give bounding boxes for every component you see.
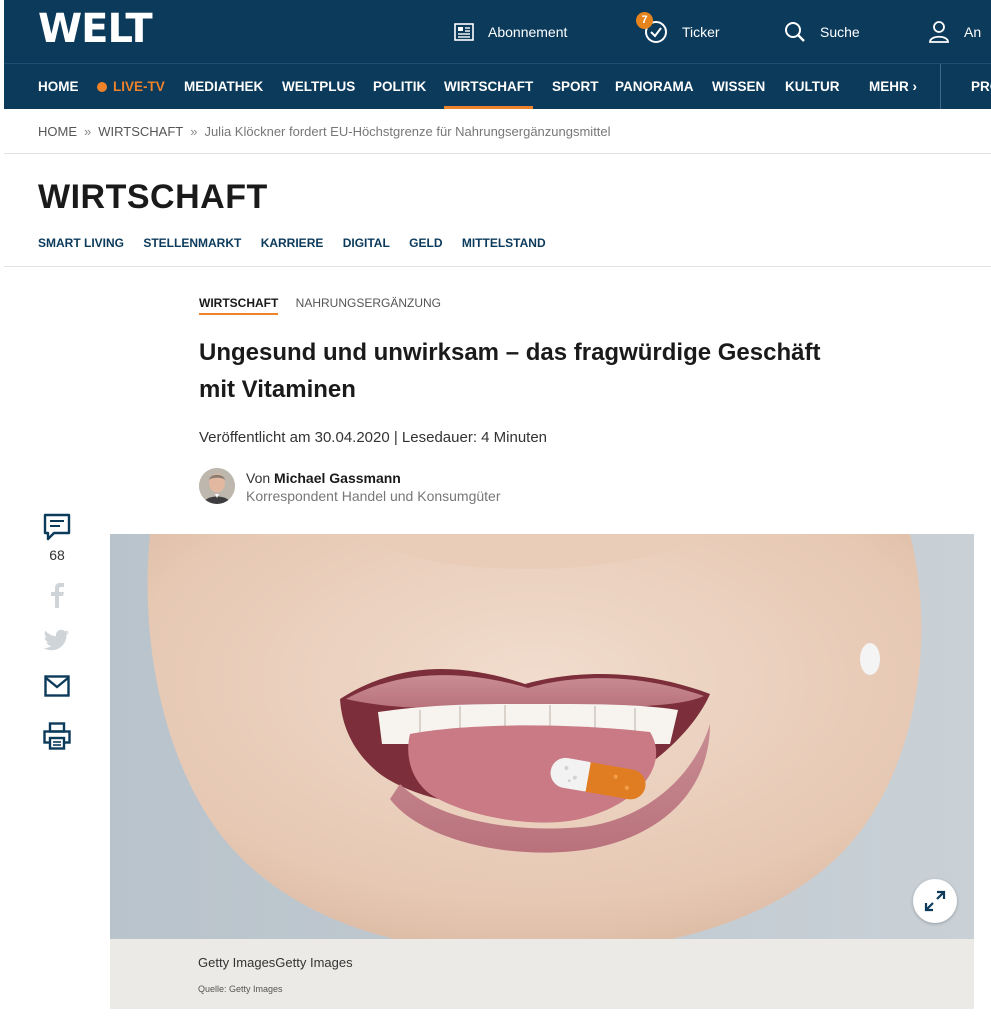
image-caption: Getty ImagesGetty Images xyxy=(198,955,353,970)
kicker-topic[interactable]: NAHRUNGSERGÄNZUNG xyxy=(296,296,441,310)
login-label: An xyxy=(964,24,982,40)
divider xyxy=(4,266,991,267)
twitter-icon[interactable] xyxy=(44,629,70,651)
chevron-right-icon: › xyxy=(912,79,918,94)
subnav-stellenmarkt[interactable]: STELLENMARKT xyxy=(143,236,241,250)
breadcrumb-separator: » xyxy=(84,124,92,139)
article-kicker: WIRTSCHAFT NAHRUNGSERGÄNZUNG xyxy=(199,296,441,315)
author-avatar[interactable] xyxy=(199,468,235,504)
kicker-section[interactable]: WIRTSCHAFT xyxy=(199,296,279,315)
hero-image[interactable] xyxy=(110,534,974,939)
breadcrumb-home[interactable]: HOME xyxy=(38,124,77,139)
breadcrumb-separator: » xyxy=(190,124,198,139)
main-nav: HOME LIVE-TV MEDIATHEK WELTPLUS POLITIK … xyxy=(4,63,991,109)
author-name[interactable]: Michael Gassmann xyxy=(274,470,401,486)
subnav-geld[interactable]: GELD xyxy=(409,236,442,250)
nav-live-tv[interactable]: LIVE-TV xyxy=(97,64,165,109)
nav-wirtschaft[interactable]: WIRTSCHAFT xyxy=(444,64,534,109)
subnav-karriere[interactable]: KARRIERE xyxy=(261,236,324,250)
facebook-icon[interactable] xyxy=(47,582,67,608)
nav-home[interactable]: HOME xyxy=(38,64,79,109)
share-bar xyxy=(38,512,76,542)
ticker-label: Ticker xyxy=(682,24,720,40)
user-icon xyxy=(929,21,949,43)
login-link[interactable]: An xyxy=(928,18,981,46)
newspaper-icon xyxy=(454,23,474,41)
subnav-digital[interactable]: DIGITAL xyxy=(343,236,390,250)
nav-sport[interactable]: SPORT xyxy=(552,64,599,109)
ticker-badge: 7 xyxy=(636,12,653,29)
section-subnav: SMART LIVING STELLENMARKT KARRIERE DIGIT… xyxy=(38,236,562,250)
print-icon[interactable] xyxy=(43,722,71,750)
hero-photo xyxy=(110,534,974,939)
section-title: WIRTSCHAFT xyxy=(38,178,268,216)
nav-live-tv-label: LIVE-TV xyxy=(113,79,165,94)
nav-panorama[interactable]: PANORAMA xyxy=(615,64,694,109)
nav-politik[interactable]: POLITIK xyxy=(373,64,426,109)
comment-count[interactable]: 68 xyxy=(38,547,76,563)
ticker-link[interactable]: 7 Ticker xyxy=(636,12,720,46)
comments-icon[interactable] xyxy=(42,512,72,542)
nav-more-label: MEHR xyxy=(869,79,909,94)
welt-logo[interactable]: WELT xyxy=(38,6,153,52)
subnav-smart-living[interactable]: SMART LIVING xyxy=(38,236,124,250)
subscription-label: Abonnement xyxy=(488,24,568,40)
author-role: Korrespondent Handel und Konsumgüter xyxy=(246,488,501,504)
image-source: Quelle: Getty Images xyxy=(198,984,283,994)
nav-more[interactable]: MEHR › xyxy=(869,64,917,109)
search-link[interactable]: Suche xyxy=(784,18,860,46)
nav-divider xyxy=(940,64,941,109)
breadcrumb: HOME » WIRTSCHAFT » Julia Klöckner fordert E… xyxy=(38,124,611,139)
author-prefix: Von xyxy=(246,470,271,486)
image-caption-box: Getty ImagesGetty Images Quelle: Getty I… xyxy=(110,939,974,1009)
nav-kultur[interactable]: KULTUR xyxy=(785,64,840,109)
breadcrumb-current: Julia Klöckner fordert EU-Höchstgrenze f… xyxy=(204,124,611,139)
breadcrumb-section[interactable]: WIRTSCHAFT xyxy=(98,124,183,139)
author-photo xyxy=(199,468,235,504)
search-icon xyxy=(785,22,805,42)
search-label: Suche xyxy=(820,24,860,40)
nav-pro[interactable]: PRO xyxy=(971,64,991,109)
subscription-link[interactable]: Abonnement xyxy=(454,18,567,46)
live-dot-icon xyxy=(97,82,107,92)
article-headline: Ungesund und unwirksam – das fragwürdige… xyxy=(199,339,821,403)
expand-image-button[interactable] xyxy=(913,879,957,923)
nav-weltplus[interactable]: WELTPLUS xyxy=(282,64,355,109)
expand-icon xyxy=(924,890,946,912)
divider xyxy=(4,153,991,154)
top-bar: WELT Abonnement 7 Ticker Suche An xyxy=(4,0,991,63)
nav-mediathek[interactable]: MEDIATHEK xyxy=(184,64,263,109)
nav-wissen[interactable]: WISSEN xyxy=(712,64,765,109)
subnav-mittelstand[interactable]: MITTELSTAND xyxy=(462,236,546,250)
email-icon[interactable] xyxy=(44,675,70,697)
article-meta: Veröffentlicht am 30.04.2020 | Lesedauer… xyxy=(199,429,548,446)
author-byline: Von Michael Gassmann xyxy=(246,470,401,486)
